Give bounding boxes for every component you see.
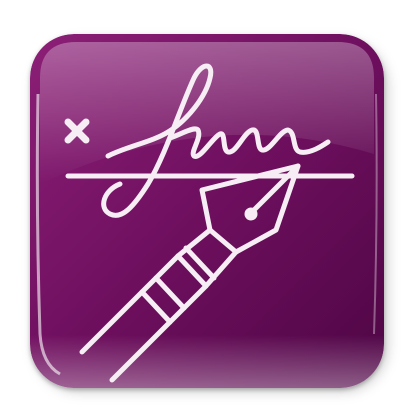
- icon-stage: [0, 0, 420, 420]
- signature-pen-icon: [30, 34, 384, 388]
- signature-pen-app-icon[interactable]: [30, 34, 384, 388]
